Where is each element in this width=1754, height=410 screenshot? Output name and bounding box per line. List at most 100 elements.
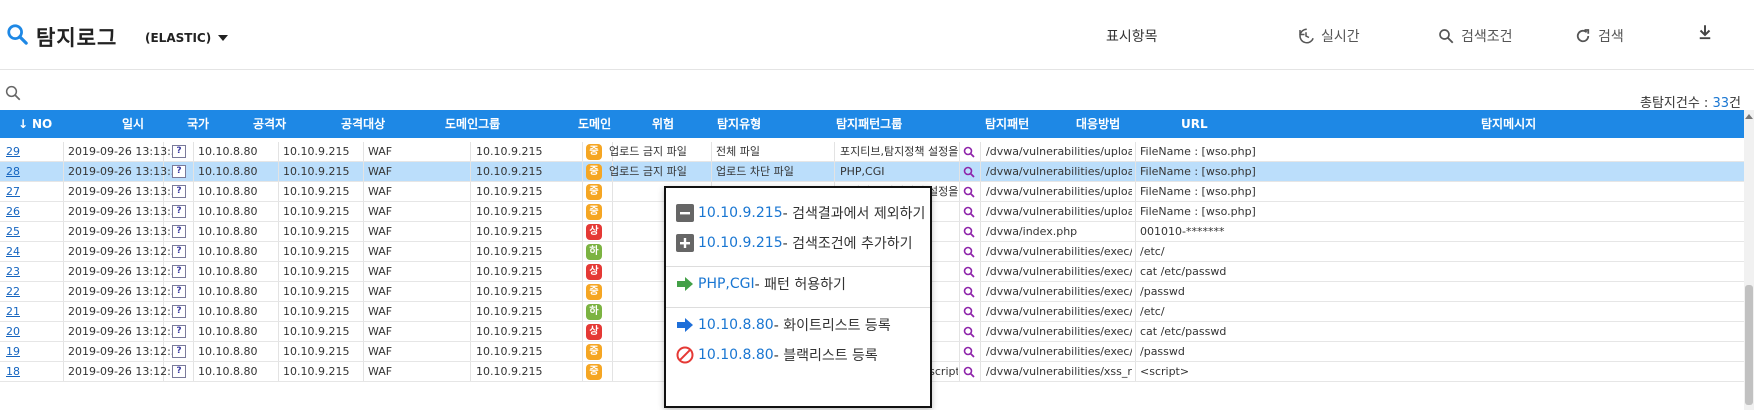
row-no[interactable]: 20 [6,322,20,342]
search-conditions-button[interactable]: 검색조건 [1437,26,1513,46]
pattern-search-icon[interactable] [963,206,975,218]
col-pattern[interactable]: 탐지패턴 [985,110,1029,138]
row-attacker: 10.10.8.80 [198,265,258,278]
col-country[interactable]: 국가 [187,110,209,138]
table-row[interactable]: 28 2019-09-26 13:13:54 10.10.8.80 10.10.9.2… [0,162,1744,182]
col-target[interactable]: 공격대상 [341,110,385,138]
download-icon [1699,25,1711,40]
row-no[interactable]: 22 [6,282,20,302]
column-divider [711,142,712,161]
blacklist-item[interactable]: 10.10.8.80- 블랙리스트 등록 [676,344,878,366]
risk-badge: 상 [586,264,602,280]
exclude-text: - 검색결과에서 제외하기 [782,206,926,222]
row-domain: 10.10.9.215 [476,285,543,298]
column-divider [363,182,364,201]
whitelist-item[interactable]: 10.10.8.80- 화이트리스트 등록 [676,314,891,336]
col-message[interactable]: 탐지메시지 [1481,110,1536,138]
row-no[interactable]: 21 [6,302,20,322]
allow-pattern-item[interactable]: PHP,CGI - 패턴 허용하기 [676,273,846,295]
pattern-search-icon[interactable] [963,346,975,358]
row-attacker: 10.10.8.80 [198,325,258,338]
risk-badge: 상 [586,224,602,240]
pattern-search-icon[interactable] [963,186,975,198]
search-button[interactable]: 검색 [1574,26,1624,46]
pattern-search-icon[interactable] [963,246,975,258]
column-divider [959,222,960,241]
row-no[interactable]: 25 [6,222,20,242]
column-divider [363,202,364,221]
column-divider [470,342,471,361]
column-divider [63,182,64,201]
row-no[interactable]: 23 [6,262,20,282]
row-no[interactable]: 27 [6,182,20,202]
pattern-search-icon[interactable] [963,326,975,338]
row-message: /etc/ [1140,305,1165,318]
column-divider [959,162,960,181]
column-divider [63,262,64,281]
column-divider [63,342,64,361]
row-time: 2019-09-26 13:12:35 [68,345,185,358]
risk-badge: 중 [586,284,602,300]
realtime-button[interactable]: 실시간 [1297,26,1360,46]
col-no[interactable]: NO [32,110,52,138]
risk-badge: 중 [586,344,602,360]
table-row[interactable]: 29 2019-09-26 13:13:54 10.10.8.80 10.10.9.2… [0,142,1744,162]
row-message: 001010-******* [1140,225,1225,238]
vertical-scrollbar[interactable] [1744,110,1754,410]
row-no[interactable]: 18 [6,362,20,382]
column-divider [470,182,471,201]
row-attacker: 10.10.8.80 [198,165,258,178]
row-detect-type: 업로드 금지 파일 [609,165,687,178]
col-url[interactable]: URL [1181,110,1208,138]
pattern-search-icon[interactable] [963,226,975,238]
row-domain: 10.10.9.215 [476,165,543,178]
add-to-conditions-item[interactable]: 10.10.9.215 - 검색조건에 추가하기 [676,232,912,254]
column-divider [363,302,364,321]
scroll-thumb[interactable] [1745,285,1753,405]
caret-down-icon[interactable] [218,35,228,41]
sort-arrow-icon[interactable]: ↓ [18,110,28,138]
column-divider [363,162,364,181]
column-divider [470,162,471,181]
col-attacker[interactable]: 공격자 [253,110,286,138]
row-target: 10.10.9.215 [283,245,350,258]
download-button[interactable] [1696,23,1714,41]
col-domain[interactable]: 도메인 [578,110,611,138]
row-no[interactable]: 26 [6,202,20,222]
pattern-search-icon[interactable] [963,266,975,278]
column-divider [278,282,279,301]
col-pattern-group[interactable]: 탐지패턴그룹 [836,110,902,138]
row-time: 2019-09-26 13:12:35 [68,285,185,298]
col-time[interactable]: 일시 [122,110,144,138]
pattern-search-icon[interactable] [963,146,975,158]
column-divider [470,262,471,281]
row-domain-group: WAF [368,325,393,338]
total-suffix: 건 [1729,96,1741,111]
pattern-search-icon[interactable] [963,306,975,318]
search-icon[interactable] [4,84,22,102]
column-divider [1135,142,1136,161]
exclude-from-results-item[interactable]: 10.10.9.215 - 검색결과에서 제외하기 [676,202,925,224]
row-no[interactable]: 19 [6,342,20,362]
col-response[interactable]: 대응방법 [1076,110,1120,138]
engine-selector[interactable]: (ELASTIC) [145,31,211,45]
column-divider [193,282,194,301]
pattern-search-icon[interactable] [963,166,975,178]
row-pattern: 포지티브,탐지정책 설정을 우회 [840,145,958,158]
col-detect-type[interactable]: 탐지유형 [717,110,761,138]
pattern-search-icon[interactable] [963,286,975,298]
row-no[interactable]: 24 [6,242,20,262]
row-domain-group: WAF [368,365,393,378]
row-no[interactable]: 28 [6,162,20,182]
column-divider [1135,182,1136,201]
col-risk[interactable]: 위험 [652,110,674,138]
scroll-up-icon[interactable] [1745,114,1753,119]
column-divider [980,222,981,241]
column-divider [193,222,194,241]
pattern-search-icon[interactable] [963,366,975,378]
col-domain-group[interactable]: 도메인그룹 [445,110,500,138]
column-divider [980,142,981,161]
display-items-button[interactable]: 표시항목 [1106,26,1158,46]
row-no[interactable]: 29 [6,142,20,162]
flag-unknown-icon: ? [172,185,186,198]
